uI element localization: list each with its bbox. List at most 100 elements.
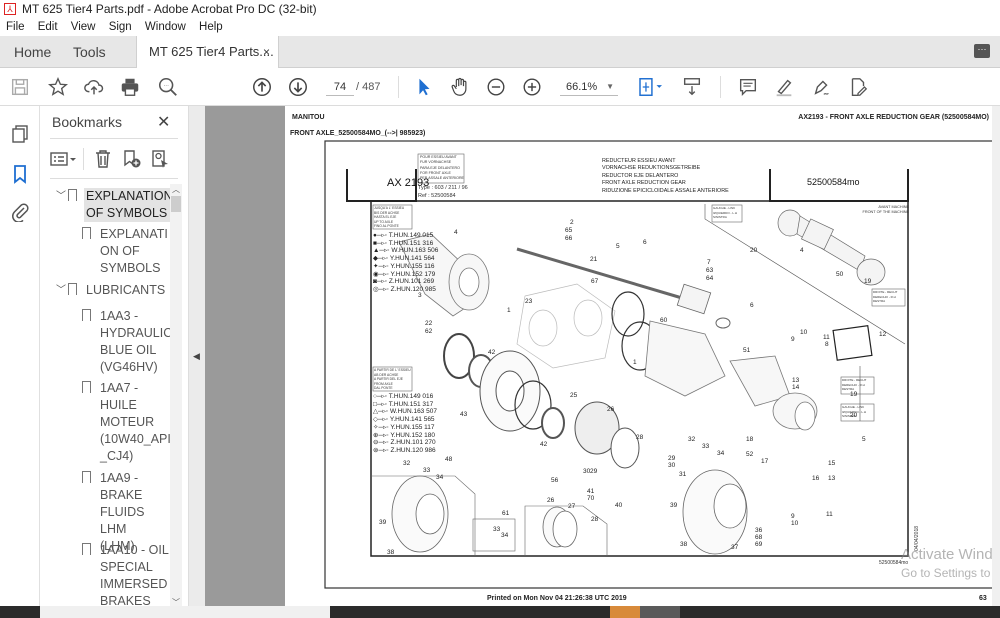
hand-tool-icon[interactable] (448, 76, 472, 98)
svg-text:34: 34 (717, 450, 725, 457)
search-zoom-icon[interactable]: ··· (156, 76, 180, 98)
serial-entry: ⊕─▹◦ Y.HUN.152 180 (373, 431, 435, 439)
page-down-icon[interactable] (286, 76, 310, 98)
svg-text:13: 13 (792, 377, 800, 384)
bookmarks-scrollbar[interactable]: ︿ ﹀ (170, 184, 182, 608)
close-tab-icon[interactable]: × (263, 36, 270, 68)
edit-pdf-icon[interactable] (846, 76, 870, 98)
upload-cloud-icon[interactable] (82, 76, 106, 98)
svg-text:4: 4 (800, 247, 804, 254)
tab-home[interactable]: Home (14, 36, 51, 68)
bookmark-label-line: 1AA10 - OIL (100, 543, 169, 557)
taskbar-search[interactable] (40, 606, 330, 618)
print-icon[interactable] (118, 76, 142, 98)
serial-entry: ○─▹◦ T.HUN.149 016 (373, 393, 434, 400)
bookmark-star-icon[interactable] (46, 76, 70, 98)
tab-document[interactable]: MT 625 Tier4 Parts.... × (136, 36, 279, 69)
menu-help[interactable]: Help (199, 21, 223, 33)
document-scrollbar[interactable] (992, 106, 1000, 606)
menu-edit[interactable]: Edit (38, 21, 58, 33)
page-fit-icon[interactable] (636, 76, 666, 98)
bookmark-label-line: (10W40_API (100, 432, 171, 446)
serial-value: Y.HUN.141 564 (389, 255, 435, 263)
page-thumbnails-icon[interactable] (10, 124, 30, 144)
save-icon[interactable] (8, 76, 32, 98)
description-block: REDUCTEUR ESSIEU AVANT VORNACHSE REDUKTI… (602, 158, 729, 195)
zoom-in-icon[interactable] (520, 76, 544, 98)
navigation-rail (0, 106, 40, 606)
document-viewport[interactable]: MANITOU AX2193 - FRONT AXLE REDUCTION GE… (205, 106, 1000, 606)
svg-text:38: 38 (680, 541, 688, 548)
svg-text:28: 28 (636, 434, 644, 441)
page-number-input[interactable]: 74 (326, 78, 354, 96)
add-bookmark-icon[interactable] (122, 149, 142, 169)
zoom-out-icon[interactable] (484, 76, 508, 98)
bookmark-1aa3[interactable]: 1AA3 - HYDRAULIC BLUE OIL (VG46HV) (82, 308, 172, 376)
chevron-down-icon[interactable]: ﹀ (56, 188, 66, 205)
left-side-label: GAUCHE - LINK IZQUIERDO - L.H SINISTRA (713, 206, 737, 220)
page-up-icon[interactable] (250, 76, 274, 98)
chevron-down-icon: ▼ (606, 82, 614, 91)
bookmark-label-line: SPECIAL (100, 560, 153, 574)
label-line: DROITE - RECHT (873, 290, 898, 294)
bookmark-explanation-of-symbols[interactable]: ﹀ EXPLANATION OF SYMBOLS (56, 188, 172, 222)
acrobat-logo-icon: ⅄ (4, 3, 16, 15)
bookmark-1aa10[interactable]: 1AA10 - OIL SPECIAL IMMERSED BRAKES (82, 542, 171, 606)
bookmark-label-line: EXPLANATION (84, 188, 172, 205)
svg-text:4: 4 (454, 229, 458, 236)
window-titlebar: ⅄ MT 625 Tier4 Parts.pdf - Adobe Acrobat… (0, 0, 1000, 18)
bookmarks-panel-icon[interactable] (10, 164, 30, 184)
serial-entry: ●─▹◦ T.HUN.149 015 (373, 232, 434, 239)
serial-entry: ◇─▹◦ Y.HUN.141 565 (373, 416, 435, 424)
sign-icon[interactable] (810, 76, 834, 98)
page-total: / 487 (356, 81, 381, 93)
menu-sign[interactable]: Sign (109, 21, 132, 33)
serial-entry: ✦─▹◦ Y.HUN.155 116 (373, 262, 435, 270)
highlight-pen-icon[interactable] (772, 76, 796, 98)
svg-text:9: 9 (791, 513, 795, 520)
svg-text:37: 37 (731, 544, 739, 551)
bookmark-1aa7[interactable]: 1AA7 - HUILE MOTEUR (10W40_API _CJ4) (82, 380, 172, 465)
chevron-down-icon[interactable]: ﹀ (56, 282, 66, 299)
zoom-level-select[interactable]: 66.1% ▼ (560, 78, 618, 96)
menu-window[interactable]: Window (145, 21, 186, 33)
taskbar-app-icon[interactable] (610, 606, 640, 618)
bookmark-from-selection-icon[interactable] (150, 149, 170, 169)
menu-view[interactable]: View (71, 21, 96, 33)
svg-text:29: 29 (590, 468, 598, 475)
svg-text:52: 52 (746, 451, 754, 458)
bookmark-icon (82, 543, 91, 555)
select-arrow-icon[interactable] (412, 76, 436, 98)
taskbar-active-app[interactable] (640, 606, 680, 618)
bookmarks-panel: Bookmarks ✕ ﹀ EXPLANATION OF SYMBOLS EXP… (40, 106, 188, 606)
comment-icon[interactable] (736, 76, 760, 98)
collapse-panel-icon[interactable]: ◀ (193, 351, 200, 362)
svg-text:9: 9 (791, 336, 795, 343)
tab-tools[interactable]: Tools (73, 36, 106, 68)
bookmark-label-line: FLUIDS LHM (100, 505, 145, 536)
svg-text:26: 26 (547, 497, 555, 504)
bookmark-label-line: LUBRICANTS (86, 283, 166, 297)
scrollbar-thumb[interactable] (171, 196, 181, 212)
label-line: GAUCHE - LINK (842, 405, 865, 409)
right-side-label-19: DROITE - RECHT DERECHO - R.H DESTRA (842, 378, 866, 392)
bookmark-label-line: EXPLANATI (100, 227, 168, 241)
svg-text:2: 2 (570, 219, 574, 226)
svg-text:33: 33 (423, 467, 431, 474)
panel-splitter[interactable]: ◀ (188, 106, 205, 606)
svg-text:34: 34 (501, 532, 509, 539)
description-line: RIDUZIONE EPICICLOIDALE ASSALE ANTERIORE (602, 187, 729, 194)
options-menu-icon[interactable] (50, 150, 78, 168)
attachment-paperclip-icon[interactable] (10, 202, 30, 222)
menu-file[interactable]: File (6, 21, 25, 33)
svg-text:12: 12 (879, 331, 887, 338)
svg-text:51: 51 (743, 347, 751, 354)
scroll-mode-icon[interactable] (680, 76, 704, 98)
delete-bookmark-icon[interactable] (94, 149, 112, 169)
comment-bubble-icon[interactable]: ··· (974, 44, 990, 58)
close-panel-icon[interactable]: ✕ (157, 112, 170, 132)
scroll-up-icon[interactable]: ︿ (172, 184, 180, 195)
bookmark-explanation-of-symbols-child[interactable]: EXPLANATI ON OF SYMBOLS (82, 226, 170, 277)
bookmark-lubricants[interactable]: ﹀ LUBRICANTS (56, 282, 167, 299)
front-of-machine-label: AVANT MACHINE FRONT OF THE MACHINE (839, 205, 909, 214)
